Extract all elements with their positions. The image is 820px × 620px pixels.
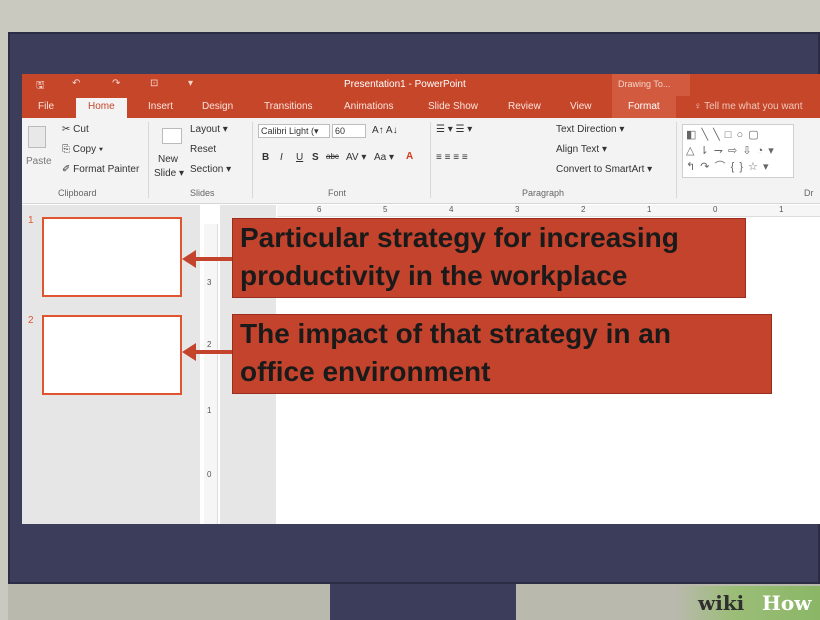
callout-arrow-1 bbox=[194, 257, 234, 261]
monitor-stand bbox=[330, 584, 516, 620]
ruler-tick-label: 3 bbox=[515, 205, 520, 214]
layout-button[interactable]: Layout ▾ bbox=[190, 124, 228, 135]
tab-format[interactable]: Format bbox=[612, 96, 676, 118]
font-color-button[interactable]: A bbox=[406, 151, 413, 162]
callout-line: office environment bbox=[240, 356, 491, 387]
ruler-tick-label: 0 bbox=[713, 205, 718, 214]
paragraph-align-buttons[interactable]: ≡ ≡ ≡ ≡ bbox=[436, 152, 468, 163]
watermark-wiki-text: wiki bbox=[698, 591, 745, 615]
ruler-tick-label: 5 bbox=[383, 205, 388, 214]
redo-icon[interactable]: ↷ bbox=[112, 78, 120, 89]
change-case-button[interactable]: Aa ▾ bbox=[374, 152, 394, 163]
group-divider bbox=[148, 122, 149, 198]
group-divider bbox=[676, 122, 677, 198]
callout-arrow-2 bbox=[194, 350, 234, 354]
callout-slide-2: The impact of that strategy in an office… bbox=[232, 314, 772, 394]
ruler-tick-label: 3 bbox=[207, 278, 212, 287]
start-slideshow-icon[interactable]: ⊡ bbox=[150, 78, 158, 89]
callout-slide-1: Particular strategy for increasing produ… bbox=[232, 218, 746, 298]
font-size-select[interactable]: 60 bbox=[332, 124, 366, 138]
ruler-tick-label: 1 bbox=[779, 205, 784, 214]
paragraph-group-label: Paragraph bbox=[522, 188, 565, 198]
strikethrough-button[interactable]: abc bbox=[326, 152, 339, 161]
new-slide-icon[interactable] bbox=[162, 128, 182, 144]
clipboard-group-label: Clipboard bbox=[58, 188, 97, 198]
ruler-tick-label: 2 bbox=[581, 205, 586, 214]
slides-group-label: Slides bbox=[190, 188, 215, 198]
shapes-row: ↰ ↷ ⌒ { } ☆ ▾ bbox=[686, 161, 770, 173]
cut-button[interactable]: ✂ Cut bbox=[62, 124, 89, 135]
ruler-tick-label: 2 bbox=[207, 340, 212, 349]
contextual-tab-label: Drawing To... bbox=[612, 74, 690, 96]
new-slide-button[interactable]: New bbox=[158, 154, 178, 165]
shadow-button[interactable]: S bbox=[312, 152, 319, 163]
powerpoint-window: 🖫 ↶ ↷ ⊡ ▾ Presentation1 - PowerPoint Dra… bbox=[22, 74, 820, 524]
ruler-tick-label: 1 bbox=[207, 406, 212, 415]
tab-view[interactable]: View bbox=[570, 101, 592, 112]
callout-line: The impact of that strategy in an bbox=[240, 318, 671, 349]
ruler-tick-label: 1 bbox=[647, 205, 652, 214]
text-direction-button[interactable]: Text Direction ▾ bbox=[556, 124, 624, 135]
align-text-button[interactable]: Align Text ▾ bbox=[556, 144, 607, 155]
grow-shrink-font-buttons[interactable]: A↑ A↓ bbox=[372, 125, 398, 136]
section-button[interactable]: Section ▾ bbox=[190, 164, 231, 175]
paste-icon[interactable] bbox=[28, 126, 46, 148]
slide-number: 2 bbox=[28, 315, 34, 326]
tab-animations[interactable]: Animations bbox=[344, 101, 393, 112]
shapes-row: △ ⇂ ⇁ ⇨ ⇩ ◔ ▾ bbox=[686, 145, 775, 157]
tab-transitions[interactable]: Transitions bbox=[264, 101, 313, 112]
save-icon[interactable]: 🖫 bbox=[36, 78, 45, 95]
copy-button[interactable]: ⎘ Copy ▾ bbox=[62, 144, 103, 155]
italic-button[interactable]: I bbox=[280, 152, 283, 163]
character-spacing-button[interactable]: AV ▾ bbox=[346, 152, 366, 163]
bold-button[interactable]: B bbox=[262, 152, 269, 163]
tell-me-search[interactable]: ♀ Tell me what you want bbox=[694, 101, 802, 112]
font-group-label: Font bbox=[328, 188, 347, 198]
tab-home[interactable]: Home bbox=[76, 98, 127, 118]
font-name-select[interactable]: Calibri Light (▾ bbox=[258, 124, 330, 138]
customize-toolbar-icon[interactable]: ▾ bbox=[188, 78, 193, 89]
ribbon: Paste ✂ Cut ⎘ Copy ▾ ✐ Format Painter Cl… bbox=[22, 118, 820, 204]
tab-review[interactable]: Review bbox=[508, 101, 541, 112]
bullets-numbering-buttons[interactable]: ☰ ▾ ☰ ▾ bbox=[436, 124, 472, 135]
slide-thumbnail-2[interactable] bbox=[42, 315, 182, 395]
slide-thumbnails-pane: 1 2 bbox=[22, 205, 200, 524]
vertical-ruler: 3 2 1 0 bbox=[204, 224, 218, 524]
convert-to-smartart-button[interactable]: Convert to SmartArt ▾ bbox=[556, 164, 652, 175]
tab-insert[interactable]: Insert bbox=[148, 101, 173, 112]
watermark-how-text: How bbox=[762, 591, 812, 615]
horizontal-ruler: 6 5 4 3 2 1 0 1 bbox=[277, 205, 820, 217]
group-divider bbox=[252, 122, 253, 198]
tab-design[interactable]: Design bbox=[202, 101, 233, 112]
slide-number: 1 bbox=[28, 215, 34, 226]
tab-file[interactable]: File bbox=[38, 101, 54, 112]
callout-line: Particular strategy for increasing bbox=[240, 222, 679, 253]
title-bar: 🖫 ↶ ↷ ⊡ ▾ Presentation1 - PowerPoint Dra… bbox=[22, 74, 820, 96]
underline-button[interactable]: U bbox=[296, 152, 303, 163]
tab-slide-show[interactable]: Slide Show bbox=[428, 101, 478, 112]
format-painter-button[interactable]: ✐ Format Painter bbox=[62, 164, 139, 175]
ruler-tick-label: 6 bbox=[317, 205, 322, 214]
window-title: Presentation1 - PowerPoint bbox=[344, 79, 466, 90]
wikihow-watermark: wiki How bbox=[676, 586, 820, 620]
slide-thumbnail-1[interactable] bbox=[42, 217, 182, 297]
paste-button[interactable]: Paste bbox=[26, 156, 52, 167]
shapes-row: ◧ ╲ ╲ □ ○ ▢ bbox=[686, 129, 760, 141]
ruler-tick-label: 0 bbox=[207, 470, 212, 479]
callout-line: productivity in the workplace bbox=[240, 260, 628, 291]
shapes-gallery[interactable]: ◧ ╲ ╲ □ ○ ▢ △ ⇂ ⇁ ⇨ ⇩ ◔ ▾ ↰ ↷ ⌒ { } ☆ ▾ bbox=[682, 124, 794, 178]
undo-icon[interactable]: ↶ bbox=[72, 78, 80, 89]
group-divider bbox=[430, 122, 431, 198]
ribbon-tabs: File Home Insert Design Transitions Anim… bbox=[22, 96, 820, 118]
new-slide-dropdown[interactable]: Slide ▾ bbox=[154, 168, 184, 179]
drawing-group-label: Dr bbox=[804, 188, 814, 198]
ruler-tick-label: 4 bbox=[449, 205, 454, 214]
reset-button[interactable]: Reset bbox=[190, 144, 216, 155]
desk-left bbox=[8, 584, 330, 620]
